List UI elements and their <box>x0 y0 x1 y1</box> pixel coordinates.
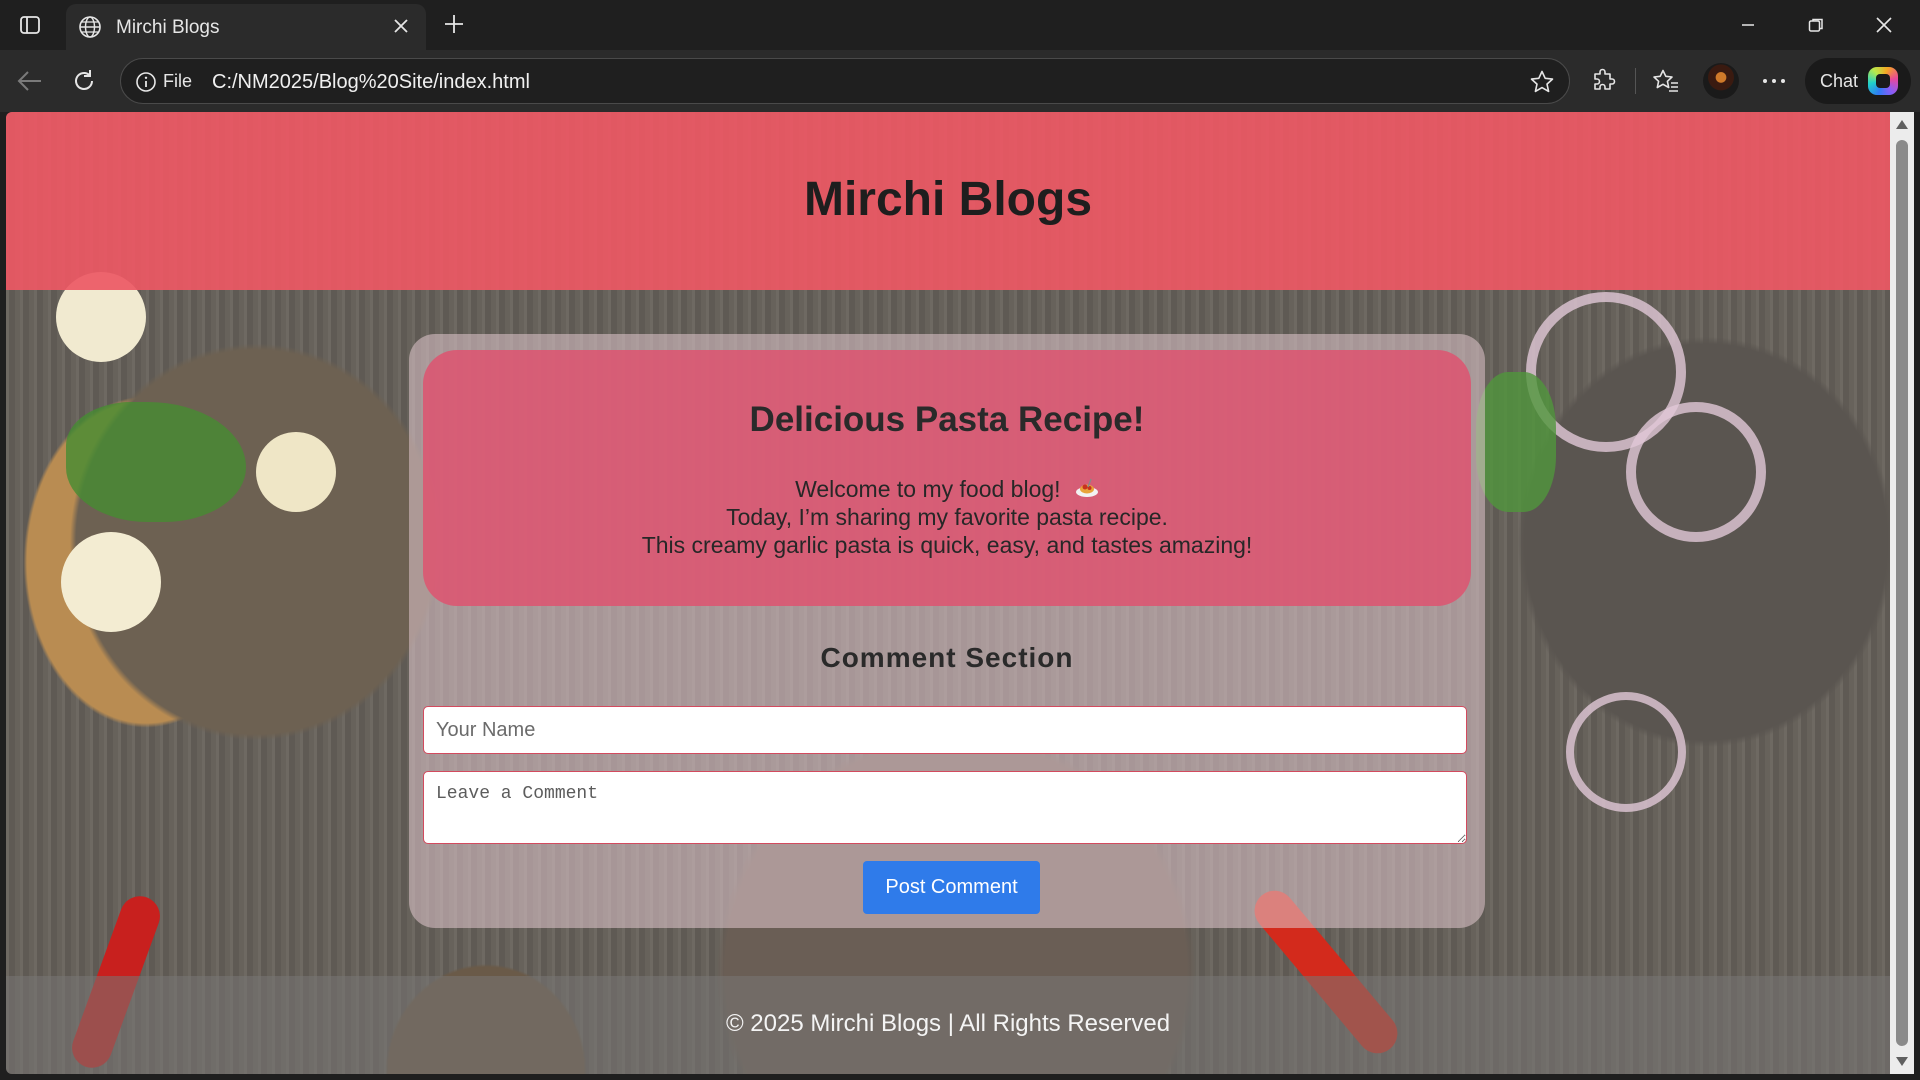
site-footer: © 2025 Mirchi Blogs | All Rights Reserve… <box>6 976 1890 1074</box>
spaghetti-icon <box>1075 477 1099 499</box>
background-decoration <box>1476 372 1556 512</box>
page-viewport: Mirchi Blogs Delicious Pasta Recipe! Wel… <box>6 112 1890 1074</box>
plus-icon[interactable] <box>438 8 470 40</box>
site-title: Mirchi Blogs <box>803 173 1093 226</box>
post-intro-line: Welcome to my food blog! <box>423 476 1471 503</box>
tab-title: Mirchi Blogs <box>116 17 220 38</box>
address-url[interactable]: C:/NM2025/Blog%20Site/index.html <box>212 71 530 94</box>
background-decoration <box>1626 402 1766 542</box>
background-decoration <box>66 402 246 522</box>
scrollbar-thumb[interactable] <box>1896 140 1908 1046</box>
post-line-2: Today, I’m sharing my favorite pasta rec… <box>726 504 1168 530</box>
post-line-3: This creamy garlic pasta is quick, easy,… <box>641 532 1253 558</box>
browser-tab[interactable]: Mirchi Blogs <box>66 4 426 50</box>
footer-text: © 2025 Mirchi Blogs | All Rights Reserve… <box>725 1010 1171 1037</box>
post-line-1: Welcome to my food blog! <box>795 476 1061 502</box>
toolbar-separator <box>1635 68 1636 94</box>
post-comment-button[interactable]: Post Comment <box>863 861 1040 914</box>
window-close-icon[interactable] <box>1862 6 1906 44</box>
scroll-down-icon[interactable] <box>1896 1057 1908 1066</box>
background-decoration <box>1566 692 1686 812</box>
close-icon[interactable] <box>390 15 412 37</box>
more-icon[interactable] <box>1756 63 1792 99</box>
minimize-icon[interactable] <box>1726 6 1770 44</box>
chat-label: Chat <box>1820 71 1859 91</box>
globe-icon <box>78 15 102 44</box>
info-icon[interactable] <box>135 71 157 98</box>
star-icon[interactable] <box>1529 69 1555 100</box>
name-input[interactable] <box>423 706 1467 754</box>
restore-icon[interactable] <box>1794 6 1838 44</box>
site-header: Mirchi Blogs <box>6 112 1890 290</box>
avatar[interactable] <box>1703 63 1739 99</box>
post-title: Delicious Pasta Recipe! <box>749 400 1145 439</box>
address-bar[interactable]: File C:/NM2025/Blog%20Site/index.html <box>120 58 1570 104</box>
back-icon[interactable] <box>12 63 48 99</box>
copilot-icon <box>1868 67 1898 95</box>
comment-input[interactable] <box>423 771 1467 844</box>
main-card: Delicious Pasta Recipe! Welcome to my fo… <box>409 334 1485 928</box>
blog-post: Delicious Pasta Recipe! Welcome to my fo… <box>423 350 1471 606</box>
comment-section-heading: Comment Section <box>820 642 1074 673</box>
reload-icon[interactable] <box>66 63 102 99</box>
address-scheme: File <box>163 71 193 91</box>
background-decoration <box>256 432 336 512</box>
background-decoration <box>61 532 161 632</box>
tab-actions-icon[interactable] <box>14 9 46 41</box>
browser-toolbar: File C:/NM2025/Blog%20Site/index.html Ch… <box>0 50 1920 112</box>
scroll-up-icon[interactable] <box>1896 120 1908 129</box>
extensions-icon[interactable] <box>1586 63 1622 99</box>
page-scrollbar[interactable] <box>1890 112 1914 1074</box>
chat-button[interactable]: Chat <box>1805 58 1911 104</box>
favorites-icon[interactable] <box>1648 63 1684 99</box>
browser-titlebar: Mirchi Blogs <box>0 0 1920 50</box>
